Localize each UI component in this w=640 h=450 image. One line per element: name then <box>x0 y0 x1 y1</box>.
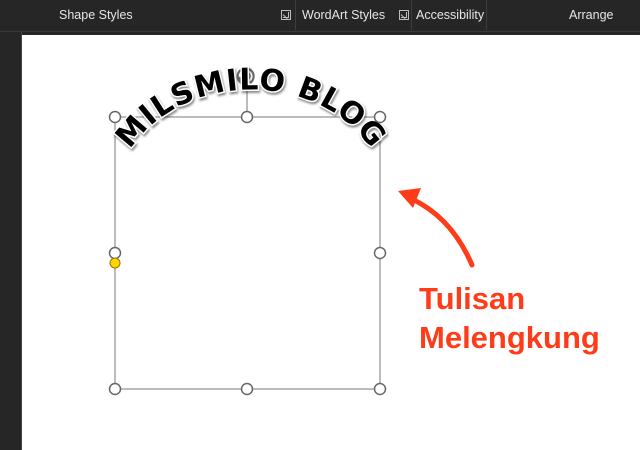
handle-middle-left[interactable] <box>108 246 122 260</box>
handle-top-left[interactable] <box>108 110 122 124</box>
slide-overlay: MILSMILO BLOG Tulisan Melengkung <box>107 61 600 396</box>
handle-middle-right[interactable] <box>373 246 387 260</box>
handle-bottom-left[interactable] <box>108 382 122 396</box>
wordart-text-path: MILSMILO BLOG <box>107 61 393 156</box>
handle-bottom-right[interactable] <box>373 382 387 396</box>
wordart-text[interactable]: MILSMILO BLOG <box>107 61 393 156</box>
annotation-line2: Melengkung <box>419 320 600 355</box>
selection-frame <box>114 116 381 390</box>
adjust-handle[interactable] <box>109 257 121 269</box>
handle-top-center[interactable] <box>240 110 254 124</box>
selection-handles[interactable] <box>108 110 387 396</box>
handle-top-right[interactable] <box>373 110 387 124</box>
annotation-line1: Tulisan <box>419 281 525 316</box>
handle-bottom-center[interactable] <box>240 382 254 396</box>
curved-arrow-icon <box>398 188 475 268</box>
